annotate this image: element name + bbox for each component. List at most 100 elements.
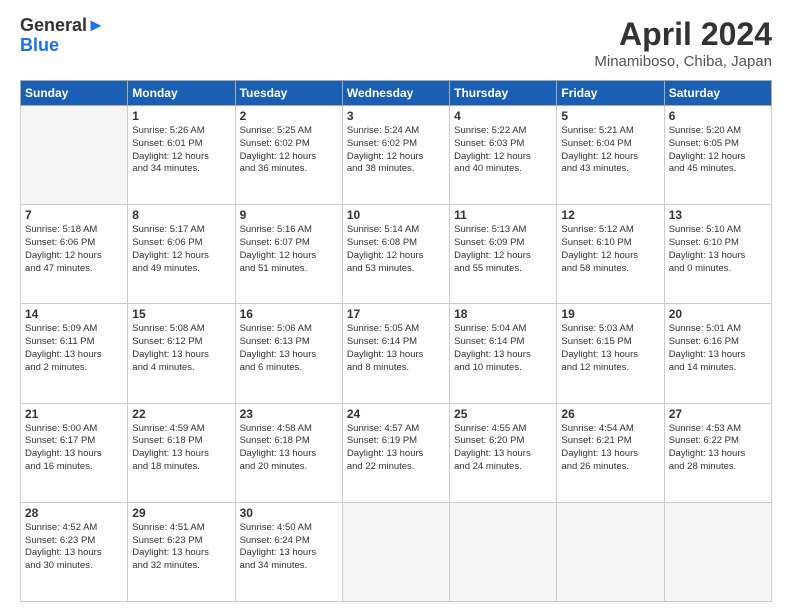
calendar-cell: 23 Sunrise: 4:58 AM Sunset: 6:18 PM Dayli… (235, 403, 342, 502)
calendar-cell: 15Sunrise: 5:08 AM Sunset: 6:12 PM Dayli… (128, 304, 235, 403)
day-number: 15 (132, 307, 230, 321)
calendar-cell: 1 Sunrise: 5:26 AM Sunset: 6:01 PM Daylig… (128, 106, 235, 205)
day-info: Sunrise: 5:03 AM Sunset: 6:15 PM Dayligh… (561, 323, 659, 374)
day-info: Sunrise: 4:57 AM Sunset: 6:19 PM Dayligh… (347, 423, 445, 474)
calendar-cell: 30Sunrise: 4:50 AM Sunset: 6:24 PM Dayli… (235, 502, 342, 601)
calendar-cell: 25 Sunrise: 4:55 AM Sunset: 6:20 PM Dayli… (450, 403, 557, 502)
day-number: 22 (132, 407, 230, 421)
col-header-wednesday: Wednesday (342, 81, 449, 106)
day-info: Sunrise: 5:05 AM Sunset: 6:14 PM Dayligh… (347, 323, 445, 374)
day-info: Sunrise: 5:18 AM Sunset: 6:06 PM Dayligh… (25, 224, 123, 275)
day-info: Sunrise: 5:01 AM Sunset: 6:16 PM Dayligh… (669, 323, 767, 374)
calendar-cell: 22 Sunrise: 4:59 AM Sunset: 6:18 PM Dayli… (128, 403, 235, 502)
day-info: Sunrise: 5:10 AM Sunset: 6:10 PM Dayligh… (669, 224, 767, 275)
col-header-friday: Friday (557, 81, 664, 106)
day-number: 8 (132, 208, 230, 222)
day-info: Sunrise: 5:24 AM Sunset: 6:02 PM Dayligh… (347, 125, 445, 176)
header-row: SundayMondayTuesdayWednesdayThursdayFrid… (21, 81, 772, 106)
calendar-cell: 7 Sunrise: 5:18 AM Sunset: 6:06 PM Daylig… (21, 205, 128, 304)
day-number: 30 (240, 506, 338, 520)
day-info: Sunrise: 5:25 AM Sunset: 6:02 PM Dayligh… (240, 125, 338, 176)
day-info: Sunrise: 5:26 AM Sunset: 6:01 PM Dayligh… (132, 125, 230, 176)
day-info: Sunrise: 5:16 AM Sunset: 6:07 PM Dayligh… (240, 224, 338, 275)
calendar-cell: 24Sunrise: 4:57 AM Sunset: 6:19 PM Dayli… (342, 403, 449, 502)
day-info: Sunrise: 5:00 AM Sunset: 6:17 PM Dayligh… (25, 423, 123, 474)
calendar-cell (557, 502, 664, 601)
col-header-saturday: Saturday (664, 81, 771, 106)
col-header-thursday: Thursday (450, 81, 557, 106)
col-header-monday: Monday (128, 81, 235, 106)
day-info: Sunrise: 4:55 AM Sunset: 6:20 PM Dayligh… (454, 423, 552, 474)
day-info: Sunrise: 5:09 AM Sunset: 6:11 PM Dayligh… (25, 323, 123, 374)
logo: General► Blue (20, 16, 105, 56)
calendar-cell: 29Sunrise: 4:51 AM Sunset: 6:23 PM Dayli… (128, 502, 235, 601)
day-info: Sunrise: 5:06 AM Sunset: 6:13 PM Dayligh… (240, 323, 338, 374)
header: General► Blue April 2024 Minamiboso, Chi… (20, 16, 772, 70)
week-row-2: 7 Sunrise: 5:18 AM Sunset: 6:06 PM Daylig… (21, 205, 772, 304)
calendar-cell: 18 Sunrise: 5:04 AM Sunset: 6:14 PM Dayli… (450, 304, 557, 403)
logo-text: General► Blue (20, 16, 105, 56)
day-number: 3 (347, 109, 445, 123)
day-info: Sunrise: 4:58 AM Sunset: 6:18 PM Dayligh… (240, 423, 338, 474)
calendar-cell: 11 Sunrise: 5:13 AM Sunset: 6:09 PM Dayli… (450, 205, 557, 304)
calendar-cell: 27Sunrise: 4:53 AM Sunset: 6:22 PM Dayli… (664, 403, 771, 502)
day-number: 28 (25, 506, 123, 520)
day-number: 18 (454, 307, 552, 321)
calendar-cell: 12 Sunrise: 5:12 AM Sunset: 6:10 PM Dayli… (557, 205, 664, 304)
week-row-1: 1 Sunrise: 5:26 AM Sunset: 6:01 PM Daylig… (21, 106, 772, 205)
day-number: 7 (25, 208, 123, 222)
calendar-cell: 26 Sunrise: 4:54 AM Sunset: 6:21 PM Dayli… (557, 403, 664, 502)
calendar-cell: 2 Sunrise: 5:25 AM Sunset: 6:02 PM Daylig… (235, 106, 342, 205)
day-number: 26 (561, 407, 659, 421)
day-number: 12 (561, 208, 659, 222)
day-info: Sunrise: 4:53 AM Sunset: 6:22 PM Dayligh… (669, 423, 767, 474)
calendar-table: SundayMondayTuesdayWednesdayThursdayFrid… (20, 80, 772, 602)
calendar-cell: 3 Sunrise: 5:24 AM Sunset: 6:02 PM Daylig… (342, 106, 449, 205)
calendar-cell: 10Sunrise: 5:14 AM Sunset: 6:08 PM Dayli… (342, 205, 449, 304)
day-info: Sunrise: 5:14 AM Sunset: 6:08 PM Dayligh… (347, 224, 445, 275)
day-number: 23 (240, 407, 338, 421)
week-row-4: 21 Sunrise: 5:00 AM Sunset: 6:17 PM Dayli… (21, 403, 772, 502)
calendar-cell: 6Sunrise: 5:20 AM Sunset: 6:05 PM Daylig… (664, 106, 771, 205)
day-number: 20 (669, 307, 767, 321)
day-info: Sunrise: 5:17 AM Sunset: 6:06 PM Dayligh… (132, 224, 230, 275)
calendar-cell: 13 Sunrise: 5:10 AM Sunset: 6:10 PM Dayli… (664, 205, 771, 304)
day-info: Sunrise: 4:52 AM Sunset: 6:23 PM Dayligh… (25, 522, 123, 573)
day-info: Sunrise: 5:20 AM Sunset: 6:05 PM Dayligh… (669, 125, 767, 176)
day-info: Sunrise: 5:13 AM Sunset: 6:09 PM Dayligh… (454, 224, 552, 275)
day-number: 21 (25, 407, 123, 421)
day-number: 1 (132, 109, 230, 123)
calendar-cell: 28 Sunrise: 4:52 AM Sunset: 6:23 PM Dayli… (21, 502, 128, 601)
day-info: Sunrise: 4:59 AM Sunset: 6:18 PM Dayligh… (132, 423, 230, 474)
calendar-cell (21, 106, 128, 205)
day-number: 17 (347, 307, 445, 321)
day-number: 16 (240, 307, 338, 321)
week-row-5: 28 Sunrise: 4:52 AM Sunset: 6:23 PM Dayli… (21, 502, 772, 601)
day-info: Sunrise: 4:54 AM Sunset: 6:21 PM Dayligh… (561, 423, 659, 474)
col-header-tuesday: Tuesday (235, 81, 342, 106)
week-row-3: 14 Sunrise: 5:09 AM Sunset: 6:11 PM Dayli… (21, 304, 772, 403)
calendar-cell: 8 Sunrise: 5:17 AM Sunset: 6:06 PM Daylig… (128, 205, 235, 304)
day-number: 9 (240, 208, 338, 222)
calendar-cell (664, 502, 771, 601)
calendar-cell: 5Sunrise: 5:21 AM Sunset: 6:04 PM Daylig… (557, 106, 664, 205)
calendar-cell: 4 Sunrise: 5:22 AM Sunset: 6:03 PM Daylig… (450, 106, 557, 205)
calendar-cell: 20 Sunrise: 5:01 AM Sunset: 6:16 PM Dayli… (664, 304, 771, 403)
title-block: April 2024 Minamiboso, Chiba, Japan (594, 16, 772, 70)
calendar-cell: 14 Sunrise: 5:09 AM Sunset: 6:11 PM Dayli… (21, 304, 128, 403)
day-number: 11 (454, 208, 552, 222)
day-number: 25 (454, 407, 552, 421)
day-info: Sunrise: 5:04 AM Sunset: 6:14 PM Dayligh… (454, 323, 552, 374)
calendar-cell: 19Sunrise: 5:03 AM Sunset: 6:15 PM Dayli… (557, 304, 664, 403)
day-number: 14 (25, 307, 123, 321)
day-number: 13 (669, 208, 767, 222)
day-number: 4 (454, 109, 552, 123)
calendar-cell: 17 Sunrise: 5:05 AM Sunset: 6:14 PM Dayli… (342, 304, 449, 403)
day-number: 2 (240, 109, 338, 123)
day-info: Sunrise: 5:22 AM Sunset: 6:03 PM Dayligh… (454, 125, 552, 176)
day-number: 5 (561, 109, 659, 123)
day-info: Sunrise: 5:12 AM Sunset: 6:10 PM Dayligh… (561, 224, 659, 275)
day-info: Sunrise: 4:51 AM Sunset: 6:23 PM Dayligh… (132, 522, 230, 573)
calendar-cell (342, 502, 449, 601)
calendar-cell: 16 Sunrise: 5:06 AM Sunset: 6:13 PM Dayli… (235, 304, 342, 403)
